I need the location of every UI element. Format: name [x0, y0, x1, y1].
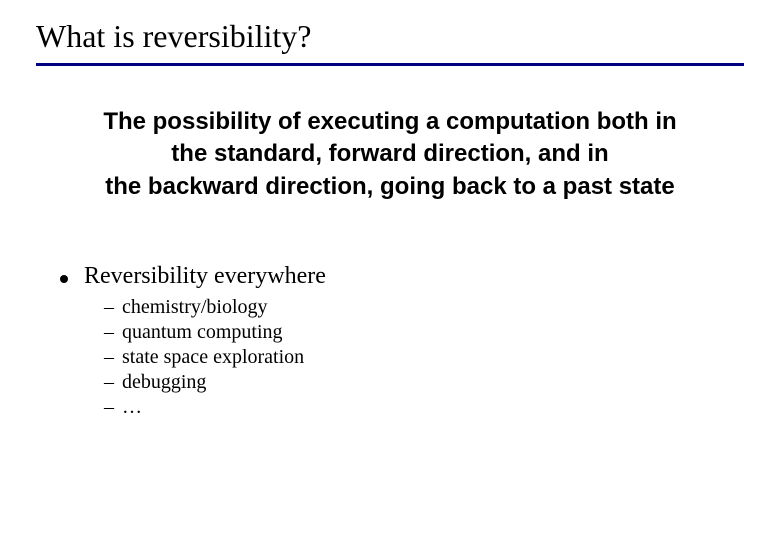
- sub-bullet-text: …: [122, 396, 142, 419]
- body-list: Reversibility everywhere – chemistry/bio…: [60, 263, 744, 419]
- dash-icon: –: [104, 371, 122, 394]
- slide-title: What is reversibility?: [36, 18, 744, 63]
- sub-bullet-text: quantum computing: [122, 321, 283, 344]
- bullet-level1: Reversibility everywhere: [60, 263, 744, 290]
- dash-icon: –: [104, 346, 122, 369]
- dash-icon: –: [104, 321, 122, 344]
- definition-line-2: the standard, forward direction, and in: [50, 138, 730, 170]
- dash-icon: –: [104, 396, 122, 419]
- sub-bullet: – chemistry/biology: [104, 296, 744, 319]
- slide: What is reversibility? The possibility o…: [0, 0, 780, 540]
- bullet-text: Reversibility everywhere: [84, 263, 326, 290]
- sub-bullet-text: chemistry/biology: [122, 296, 268, 319]
- sub-bullet: – quantum computing: [104, 321, 744, 344]
- sub-bullet: – debugging: [104, 371, 744, 394]
- sub-bullet-text: state space exploration: [122, 346, 304, 369]
- title-underline: [36, 63, 744, 66]
- sub-bullet: – …: [104, 396, 744, 419]
- definition-block: The possibility of executing a computati…: [50, 106, 730, 203]
- sub-bullet-text: debugging: [122, 371, 206, 394]
- definition-line-1: The possibility of executing a computati…: [50, 106, 730, 138]
- sub-bullet: – state space exploration: [104, 346, 744, 369]
- definition-line-3: the backward direction, going back to a …: [50, 171, 730, 203]
- sub-bullet-group: – chemistry/biology – quantum computing …: [104, 296, 744, 419]
- dash-icon: –: [104, 296, 122, 319]
- bullet-dot-icon: [60, 275, 68, 283]
